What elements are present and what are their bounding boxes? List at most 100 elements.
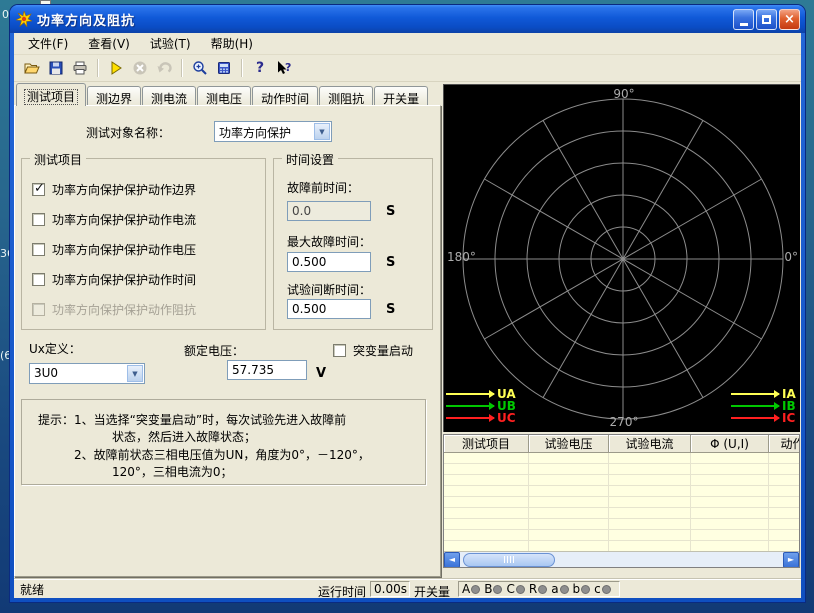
polar-grid (444, 85, 801, 433)
maximize-button[interactable] (756, 9, 777, 30)
zoom-button[interactable] (188, 57, 212, 79)
runtime-text: 0.00s (374, 582, 407, 596)
checkbox-action-time[interactable]: 功率方向保护保护动作时间 (32, 271, 196, 288)
zoom-icon (192, 60, 208, 76)
checkbox-icon (32, 213, 45, 226)
open-button[interactable] (20, 57, 44, 79)
context-help-button[interactable]: ? (272, 57, 296, 79)
window-title: 功率方向及阻抗 (37, 10, 135, 29)
app-icon[interactable] (16, 11, 32, 27)
help-button[interactable]: ? (248, 57, 272, 79)
save-button[interactable] (44, 57, 68, 79)
checkbox-icon (32, 303, 45, 316)
tab-boundary[interactable]: 测边界 (87, 86, 141, 106)
menu-help[interactable]: 帮助(H) (201, 33, 263, 55)
print-button[interactable] (68, 57, 92, 79)
undo-button (152, 57, 176, 79)
checkbox-action-current[interactable]: 功率方向保护保护动作电流 (32, 211, 196, 228)
chevron-down-icon[interactable]: ▼ (127, 365, 143, 382)
close-icon: × (784, 12, 795, 27)
rated-voltage-input[interactable] (227, 360, 307, 380)
tab-impedance[interactable]: 测阻抗 (319, 86, 373, 106)
object-name-label: 测试对象名称： (86, 124, 170, 141)
tab-action-time[interactable]: 动作时间 (252, 86, 318, 106)
scroll-left-icon[interactable]: ◄ (444, 552, 460, 568)
col-test-current[interactable]: 试验电流 (609, 435, 691, 452)
angle-label-0: 0° (784, 250, 798, 264)
calculator-button[interactable] (212, 57, 236, 79)
switch-B: B (484, 582, 502, 596)
tab-switches[interactable]: 开关量 (374, 86, 428, 106)
table-row (444, 497, 799, 508)
tabstrip: 测试项目 测边界 测电流 测电压 动作时间 测阻抗 开关量 (16, 84, 429, 106)
tab-label: 动作时间 (261, 92, 309, 106)
max-fault-time-input[interactable] (287, 252, 371, 272)
uc-label: UC (497, 411, 516, 425)
prefault-time-label: 故障前时间： (287, 179, 359, 196)
max-fault-time-unit: S (386, 255, 395, 270)
table-body (444, 453, 799, 551)
col-test-voltage[interactable]: 试验电压 (529, 435, 609, 452)
client-area: 文件(F) 查看(V) 试验(T) 帮助(H) (14, 33, 801, 598)
calculator-icon (216, 60, 232, 76)
switch-letter: A (462, 582, 470, 596)
stop-icon (132, 60, 148, 76)
tab-voltage[interactable]: 测电压 (197, 86, 251, 106)
switch-letter: b (573, 582, 581, 596)
toolbar-separator (97, 59, 99, 77)
prefault-time-unit: S (386, 204, 395, 219)
tab-current[interactable]: 测电流 (142, 86, 196, 106)
table-row (444, 508, 799, 519)
menu-file[interactable]: 文件(F) (18, 33, 78, 55)
menu-test[interactable]: 试验(T) (140, 33, 201, 55)
rated-voltage-unit: V (316, 366, 326, 381)
test-gap-time-input[interactable] (287, 299, 371, 319)
scroll-right-icon[interactable]: ► (783, 552, 799, 568)
run-icon (108, 60, 124, 76)
titlebar[interactable]: 功率方向及阻抗 × (10, 5, 805, 33)
tab-test-items[interactable]: 测试项目 (16, 83, 86, 106)
checkbox-icon (32, 183, 45, 196)
angle-label-90: 90° (604, 87, 644, 101)
hint-line: 提示：1、当选择“突变量启动”时，每次试验先进入故障前 (38, 411, 346, 428)
app-window: 功率方向及阻抗 × 文件(F) 查看(V) 试验(T) 帮助(H) (10, 5, 805, 602)
chevron-down-icon[interactable]: ▼ (314, 123, 330, 140)
help-icon: ? (256, 60, 264, 76)
horizontal-scrollbar[interactable]: ◄ ► (444, 551, 799, 567)
indicator-dot (602, 585, 611, 594)
table-row (444, 486, 799, 497)
desktop-fragment: 0 (2, 8, 9, 21)
object-name-value: 功率方向保护 (219, 124, 313, 141)
col-phi-ui[interactable]: Φ (U,I) (691, 435, 769, 452)
indicator-dot (493, 585, 502, 594)
hint-line: 120°，三相电流为0； (112, 463, 233, 480)
hint-box: 提示：1、当选择“突变量启动”时，每次试验先进入故障前 状态，然后进入故障状态；… (21, 399, 426, 485)
checkbox-action-boundary[interactable]: 功率方向保护保护动作边界 (32, 181, 196, 198)
col-test-item[interactable]: 测试项目 (444, 435, 529, 452)
close-button[interactable]: × (779, 9, 800, 30)
print-icon (72, 60, 88, 76)
toolbar: ? ? (14, 55, 801, 82)
minimize-button[interactable] (733, 9, 754, 30)
checkbox-action-voltage[interactable]: 功率方向保护保护动作电压 (32, 241, 196, 258)
scrollbar-thumb[interactable] (463, 553, 555, 567)
tab-label: 测阻抗 (328, 92, 364, 106)
indicator-dot (538, 585, 547, 594)
checkbox-action-impedance: 功率方向保护保护动作阻抗 (32, 301, 196, 318)
run-button[interactable] (104, 57, 128, 79)
table-row (444, 519, 799, 530)
checkbox-label: 功率方向保护保护动作阻抗 (52, 301, 196, 318)
switch-letter: B (484, 582, 492, 596)
ux-combobox[interactable]: 3U0 ▼ (29, 363, 145, 384)
object-name-combobox[interactable]: 功率方向保护 ▼ (214, 121, 332, 142)
col-action-value[interactable]: 动作量 (769, 435, 800, 452)
result-table: 测试项目 试验电压 试验电流 Φ (U,I) 动作量 (443, 434, 800, 568)
context-help-icon: ? (275, 60, 293, 76)
svg-text:?: ? (285, 61, 291, 74)
test-gap-time-label: 试验间断时间： (287, 281, 371, 298)
checkbox-sudden-change[interactable]: 突变量启动 (333, 342, 413, 359)
indicator-dot (560, 585, 569, 594)
test-items-group-title: 测试项目 (30, 151, 86, 168)
ic-label: IC (782, 411, 795, 425)
menu-view[interactable]: 查看(V) (78, 33, 140, 55)
